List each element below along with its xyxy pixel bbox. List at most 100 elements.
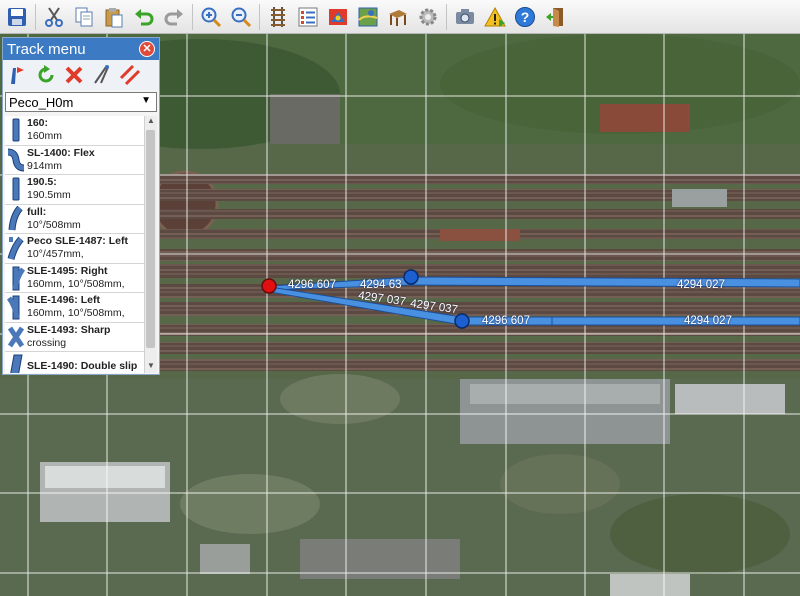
- redo-icon: [164, 8, 183, 25]
- zoom-out-icon: [231, 7, 252, 27]
- track-library-value: Peco_H0m: [9, 94, 74, 110]
- track-item-detail: 160mm, 10°/508mm,: [27, 307, 125, 320]
- undo-button[interactable]: [131, 4, 157, 30]
- track-item-detail: 10°/457mm,: [27, 248, 84, 261]
- selected-track-node[interactable]: [261, 278, 277, 294]
- right-turnout-icon: [5, 264, 27, 292]
- track-length-label: 4296 607: [482, 315, 530, 327]
- toolbar-separator: [446, 3, 447, 30]
- undo-icon: [135, 8, 154, 25]
- track-item-name: Peco SLE-1487: Left: [27, 235, 128, 248]
- save-button[interactable]: [4, 4, 30, 30]
- redo-button[interactable]: [161, 4, 187, 30]
- measure-icon: [94, 65, 109, 84]
- track-list-item[interactable]: Peco SLE-1487: Left 10°/457mm,: [5, 234, 147, 264]
- chevron-down-icon: ▼: [141, 95, 151, 106]
- zoom-in-icon: [201, 7, 222, 27]
- save-icon: [8, 7, 26, 26]
- paste-button[interactable]: [101, 4, 127, 30]
- track-length-label: 4294 027: [677, 279, 725, 291]
- straight-track-icon: [5, 175, 27, 203]
- track-length-label: 4294 027: [684, 315, 732, 327]
- copy-button[interactable]: [71, 4, 97, 30]
- close-button[interactable]: ✕: [139, 41, 155, 57]
- track-node[interactable]: [403, 269, 419, 285]
- track-list-item[interactable]: SL-1400: Flex 914mm: [5, 146, 147, 175]
- track-mode-button[interactable]: [265, 4, 291, 30]
- main-toolbar: ?: [0, 0, 800, 34]
- track-list-item[interactable]: SLE-1496: Left 160mm, 10°/508mm,: [5, 293, 147, 323]
- list-button[interactable]: [295, 4, 321, 30]
- warning-button[interactable]: [482, 4, 508, 30]
- toolbar-separator: [192, 3, 193, 30]
- exit-button[interactable]: [542, 4, 568, 30]
- track-menu-tools: [3, 60, 159, 90]
- track-item-detail: crossing: [27, 336, 67, 349]
- svg-text:?: ?: [521, 9, 530, 25]
- camera-icon: [456, 8, 474, 24]
- parallel-track-button[interactable]: [117, 62, 143, 88]
- track-list-item[interactable]: SLE-1493: Sharp crossing: [5, 323, 147, 352]
- rotate-button[interactable]: [33, 62, 59, 88]
- flex-track-icon: [5, 146, 27, 174]
- track-list-scrollbar[interactable]: ▲ ▼: [144, 116, 157, 373]
- cut-button[interactable]: [41, 4, 67, 30]
- track-list-item[interactable]: SLE-1495: Right 160mm, 10°/508mm,: [5, 264, 147, 293]
- draw-track-button[interactable]: [5, 62, 31, 88]
- track-item-name: 190.5:: [27, 176, 57, 189]
- cut-icon: [45, 6, 63, 27]
- toolbar-separator: [35, 3, 36, 30]
- track-list-item[interactable]: SLE-1490: Double slip: [5, 352, 147, 373]
- camera-button[interactable]: [452, 4, 478, 30]
- track-length-label: 4294 63: [360, 279, 402, 291]
- warning-icon: [484, 6, 506, 27]
- track-list: 160: 160mm SL-1400: Flex 914mm 190.5: 190.5…: [5, 116, 147, 373]
- track-menu-title: Track menu: [7, 40, 86, 58]
- track-item-name: SL-1400: Flex: [27, 146, 95, 159]
- track-list-item[interactable]: full: 10°/508mm: [5, 205, 147, 234]
- track-item-name: SLE-1495: Right: [27, 264, 108, 277]
- track-menu-titlebar[interactable]: Track menu ✕: [3, 38, 159, 60]
- track-length-label: 4296 607: [288, 279, 336, 291]
- help-icon: ?: [515, 6, 535, 27]
- exit-icon: [546, 7, 563, 27]
- help-button[interactable]: ?: [512, 4, 538, 30]
- table-icon: [389, 9, 407, 26]
- curve-track-icon: [5, 205, 27, 233]
- track-item-detail: 160mm, 10°/508mm,: [27, 277, 125, 290]
- zoom-in-button[interactable]: [198, 4, 224, 30]
- left-turnout-icon: [5, 293, 27, 321]
- track-node[interactable]: [454, 313, 470, 329]
- settings-icon: [419, 8, 437, 25]
- scrollbar-thumb[interactable]: [146, 130, 155, 348]
- zoom-out-button[interactable]: [228, 4, 254, 30]
- track-item-detail: 10°/508mm: [27, 218, 81, 231]
- copy-icon: [75, 7, 93, 26]
- track-list-item[interactable]: 160: 160mm: [5, 116, 147, 146]
- track-item-name: full:: [27, 205, 47, 218]
- track-item-name: SLE-1490: Double slip: [27, 359, 138, 372]
- crossing-icon: [5, 323, 27, 351]
- track-icon: [271, 6, 285, 27]
- straight-track-icon: [5, 116, 27, 144]
- track-menu-panel: Track menu ✕ Peco_H0m ▼ 160: 160mm SL-140…: [2, 37, 160, 375]
- track-item-detail: 160mm: [27, 130, 63, 143]
- curve-track-icon: [5, 234, 27, 262]
- track-list-item[interactable]: 190.5: 190.5mm: [5, 175, 147, 205]
- map-button[interactable]: [355, 4, 381, 30]
- scroll-up-icon[interactable]: ▲: [145, 116, 157, 128]
- double-slip-icon: [5, 352, 27, 373]
- track-item-name: SLE-1493: Sharp: [27, 323, 111, 336]
- list-icon: [298, 7, 318, 26]
- measure-button[interactable]: [89, 62, 115, 88]
- paste-icon: [105, 7, 123, 27]
- delete-button[interactable]: [61, 62, 87, 88]
- parallel-track-icon: [119, 64, 141, 86]
- signal-button[interactable]: [325, 4, 351, 30]
- delete-icon: [65, 66, 83, 84]
- scroll-down-icon[interactable]: ▼: [145, 361, 157, 373]
- table-button[interactable]: [385, 4, 411, 30]
- track-library-select[interactable]: Peco_H0m ▼: [5, 92, 157, 112]
- track-item-detail: 190.5mm: [27, 189, 71, 202]
- settings-button[interactable]: [415, 4, 441, 30]
